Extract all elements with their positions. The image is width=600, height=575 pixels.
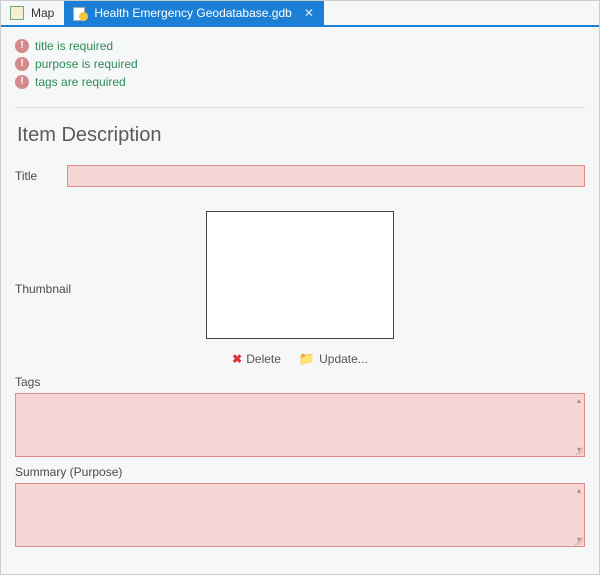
tab-geodatabase-label: Health Emergency Geodatabase.gdb <box>94 6 291 20</box>
validation-purpose: ! purpose is required <box>15 55 585 73</box>
thumbnail-row: Thumbnail ✖ Delete 📁 Update... <box>15 211 585 367</box>
thumbnail-actions: ✖ Delete 📁 Update... <box>232 351 368 367</box>
title-row: Title <box>15 165 585 187</box>
thumbnail-label: Thumbnail <box>15 282 95 296</box>
delete-thumbnail-button[interactable]: ✖ Delete <box>232 351 281 367</box>
tab-map-label: Map <box>31 6 54 20</box>
validation-msg: title is required <box>35 39 113 53</box>
validation-msg: tags are required <box>35 75 126 89</box>
delete-label: Delete <box>246 352 281 366</box>
tab-map[interactable]: Map <box>1 1 64 25</box>
thumbnail-area: ✖ Delete 📁 Update... <box>95 211 505 367</box>
validation-title: ! title is required <box>15 37 585 55</box>
validation-tags: ! tags are required <box>15 73 585 91</box>
tags-label: Tags <box>15 375 585 389</box>
close-icon[interactable]: ✕ <box>304 6 314 20</box>
validation-msg: purpose is required <box>35 57 138 71</box>
geodatabase-icon <box>72 5 88 21</box>
tab-geodatabase[interactable]: Health Emergency Geodatabase.gdb ✕ <box>64 1 324 25</box>
update-thumbnail-button[interactable]: 📁 Update... <box>299 351 368 367</box>
section-heading: Item Description <box>17 124 585 147</box>
validation-panel: ! title is required ! purpose is require… <box>1 27 599 101</box>
tags-input[interactable]: ▴ ▾ <box>15 393 585 457</box>
error-icon: ! <box>15 39 29 53</box>
form-area: Item Description Title Thumbnail ✖ Delet… <box>1 108 599 574</box>
summary-label: Summary (Purpose) <box>15 465 585 479</box>
error-icon: ! <box>15 57 29 71</box>
folder-icon: 📁 <box>299 351 315 367</box>
error-icon: ! <box>15 75 29 89</box>
title-label: Title <box>15 169 59 183</box>
thumbnail-placeholder[interactable] <box>206 211 394 339</box>
map-icon <box>9 5 25 21</box>
resize-grip-icon[interactable] <box>573 445 583 455</box>
title-input[interactable] <box>67 165 585 187</box>
resize-grip-icon[interactable] <box>573 535 583 545</box>
delete-icon: ✖ <box>232 352 242 366</box>
scroll-up-icon: ▴ <box>577 396 581 405</box>
window: Map Health Emergency Geodatabase.gdb ✕ !… <box>0 0 600 575</box>
summary-input[interactable]: ▴ ▾ <box>15 483 585 547</box>
scroll-up-icon: ▴ <box>577 486 581 495</box>
tab-strip: Map Health Emergency Geodatabase.gdb ✕ <box>1 1 599 27</box>
update-label: Update... <box>319 352 368 366</box>
